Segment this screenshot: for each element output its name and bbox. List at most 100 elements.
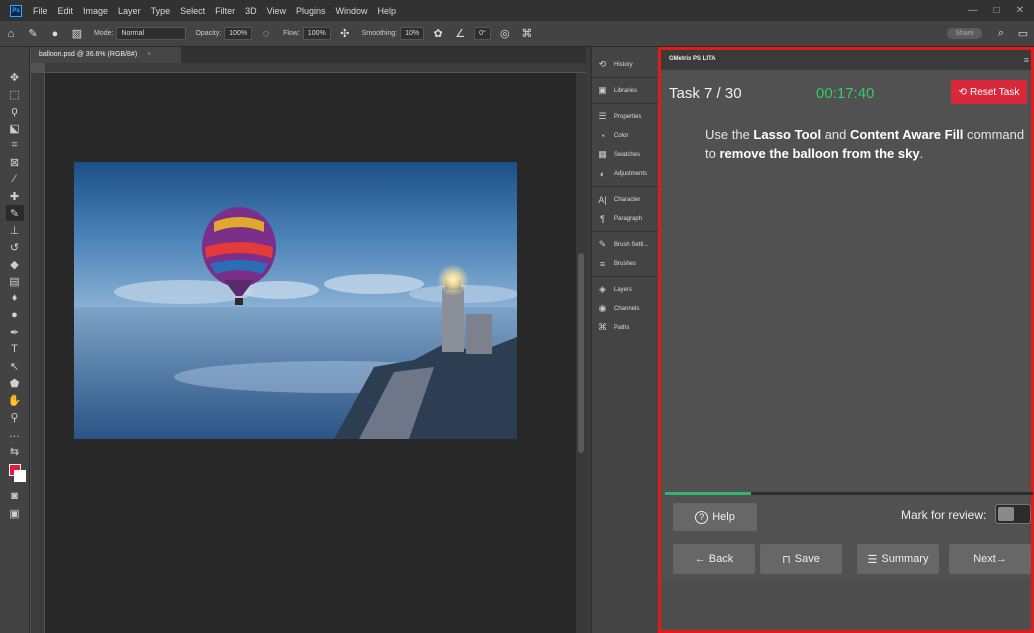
symmetry-icon[interactable]: ⌘ (520, 27, 534, 41)
menu-edit[interactable]: Edit (53, 6, 79, 16)
help-icon: ? (695, 510, 709, 524)
crop-tool-icon[interactable]: ⌗ (6, 137, 24, 153)
vertical-ruler (31, 73, 45, 633)
menu-layer[interactable]: Layer (113, 6, 146, 16)
blur-tool-icon[interactable]: ♦ (6, 290, 24, 306)
summary-button[interactable]: ☰ Summary (857, 544, 939, 574)
search-icon[interactable]: ⌕ (994, 27, 1008, 41)
dock-character[interactable]: A| Character (592, 190, 658, 209)
reset-icon: ⟲ (958, 86, 968, 98)
paragraph-icon: ¶ (600, 213, 605, 224)
screen-mode-icon[interactable]: ▣ (6, 505, 24, 521)
pressure-size-icon[interactable]: ◎ (498, 27, 512, 41)
menu-file[interactable]: File (28, 6, 53, 16)
dock-brushes[interactable]: ≡ Brushes (592, 254, 658, 273)
menu-view[interactable]: View (262, 6, 291, 16)
healing-brush-tool-icon[interactable]: ✚ (6, 188, 24, 204)
close-tab-icon[interactable]: × (147, 51, 151, 58)
history-icon: ⟲ (598, 59, 607, 69)
menu-3d[interactable]: 3D (240, 6, 262, 16)
menu-filter[interactable]: Filter (210, 6, 240, 16)
lighthouse-annex (466, 314, 492, 354)
swap-colors-icon[interactable]: ⇆ (6, 443, 24, 459)
marquee-tool-icon[interactable]: ⬚ (6, 86, 24, 102)
panel-menu-icon[interactable]: ≡ (1024, 55, 1029, 65)
opacity-field[interactable]: 100% (224, 27, 253, 40)
document-tab[interactable]: balloon.psd @ 36.6% (RGB/8#) × (31, 47, 181, 63)
smoothing-field[interactable]: 10% (400, 27, 425, 40)
menu-type[interactable]: Type (146, 6, 176, 16)
dock-brush-settings-label: Brush Setti... (614, 241, 649, 248)
brush-tool-preset-icon[interactable]: ✎ (26, 27, 40, 41)
dock-brush-settings[interactable]: ✎ Brush Setti... (592, 235, 658, 254)
more-tools-icon[interactable]: … (6, 426, 24, 442)
dock-color[interactable]: ◔ Color (592, 126, 658, 145)
dock-paragraph-label: Paragraph (614, 215, 643, 222)
menu-select[interactable]: Select (175, 6, 210, 16)
clone-stamp-tool-icon[interactable]: ⊥ (6, 222, 24, 238)
brush-size-icon[interactable]: ● (48, 27, 62, 41)
maximize-icon[interactable]: □ (994, 5, 1000, 16)
type-tool-icon[interactable]: T (6, 341, 24, 357)
path-selection-tool-icon[interactable]: ↖ (6, 358, 24, 374)
pen-tool-icon[interactable]: ✒ (6, 324, 24, 340)
balloon-photo[interactable] (74, 162, 517, 439)
workspace-icon[interactable]: ▭ (1016, 27, 1030, 41)
eyedropper-tool-icon[interactable]: ⁄ (6, 171, 24, 187)
instruction-text: Use the (705, 127, 754, 142)
dock-layers-label: Layers (614, 286, 633, 293)
mode-select[interactable]: Normal (116, 27, 187, 40)
vertical-scrollbar[interactable] (576, 73, 586, 633)
libraries-icon: ▣ (598, 85, 607, 95)
pressure-opacity-icon[interactable]: ◌ (259, 27, 273, 41)
shape-tool-icon[interactable]: ⬟ (6, 375, 24, 391)
home-icon[interactable]: ⌂ (4, 27, 18, 41)
save-button[interactable]: ⊓ Save (760, 544, 842, 574)
move-tool-icon[interactable]: ✥ (6, 69, 24, 85)
background-color-swatch[interactable] (13, 470, 26, 482)
back-button[interactable]: ← Back (673, 544, 755, 574)
gradient-tool-icon[interactable]: ▤ (6, 273, 24, 289)
object-selection-tool-icon[interactable]: ⬕ (6, 120, 24, 136)
airbrush-icon[interactable]: ✣ (338, 27, 352, 41)
quick-mask-icon[interactable]: ◙ (6, 488, 24, 504)
minimize-icon[interactable]: — (968, 5, 978, 16)
menu-help[interactable]: Help (373, 6, 402, 16)
lasso-tool-icon[interactable]: ϙ (6, 103, 24, 119)
toggle-knob[interactable] (998, 507, 1014, 521)
brush-panel-icon[interactable]: ▨ (70, 27, 84, 41)
dock-divider (592, 186, 658, 187)
dock-paragraph[interactable]: ¶ Paragraph (592, 209, 658, 228)
smoothing-settings-icon[interactable]: ✿ (431, 27, 445, 41)
channels-icon: ◉ (598, 303, 607, 313)
menu-plugins[interactable]: Plugins (291, 6, 331, 16)
dock-paths[interactable]: ⌘ Paths (592, 318, 658, 337)
dock-adjustments[interactable]: ◐ Adjustments (592, 164, 658, 183)
help-button[interactable]: ? Help (673, 503, 757, 531)
dock-layers[interactable]: ◈ Layers (592, 280, 658, 299)
mark-for-review-toggle[interactable] (995, 504, 1031, 524)
history-brush-tool-icon[interactable]: ↺ (6, 239, 24, 255)
dock-history[interactable]: ⟲ History (592, 55, 658, 74)
frame-tool-icon[interactable]: ⊠ (6, 154, 24, 170)
close-window-icon[interactable]: ✕ (1016, 5, 1024, 16)
brush-tool-icon[interactable]: ✎ (5, 205, 24, 221)
dock-properties[interactable]: ☰ Properties (592, 107, 658, 126)
dodge-tool-icon[interactable]: ● (6, 307, 24, 323)
menu-window[interactable]: Window (331, 6, 373, 16)
share-button[interactable]: Share (947, 28, 982, 39)
next-label: Next→ (973, 553, 1007, 565)
scrollbar-thumb[interactable] (578, 253, 584, 453)
dock-libraries[interactable]: ▣ Libraries (592, 81, 658, 100)
next-button[interactable]: Next→ (949, 544, 1031, 574)
zoom-tool-icon[interactable]: ⚲ (6, 409, 24, 425)
hand-tool-icon[interactable]: ✋ (6, 392, 24, 408)
task-counter: Task 7 / 30 (669, 85, 742, 102)
menu-image[interactable]: Image (78, 6, 113, 16)
angle-field[interactable]: 0° (474, 27, 491, 40)
flow-field[interactable]: 100% (302, 27, 331, 40)
dock-swatches[interactable]: ▦ Swatches (592, 145, 658, 164)
reset-task-button[interactable]: ⟲ Reset Task (951, 80, 1027, 104)
dock-channels[interactable]: ◉ Channels (592, 299, 658, 318)
eraser-tool-icon[interactable]: ◆ (6, 256, 24, 272)
